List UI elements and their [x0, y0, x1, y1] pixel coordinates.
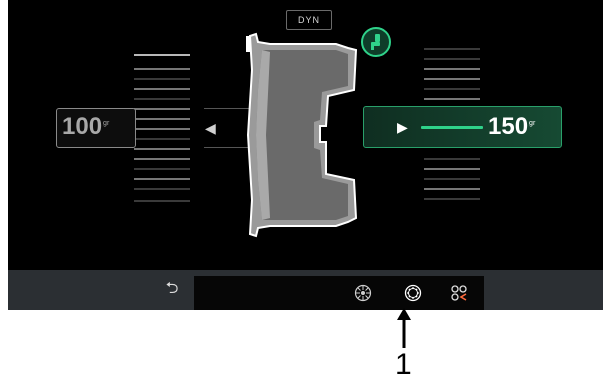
- wheel-balance-button[interactable]: [400, 280, 426, 306]
- scale-tick: [134, 188, 190, 190]
- right-value-unit: gr: [529, 120, 536, 127]
- right-direction-icon: ▶: [397, 119, 408, 135]
- wheel-balance-icon: [404, 284, 422, 302]
- wheel-settings-icon: [354, 284, 372, 302]
- scale-tick: [424, 168, 480, 170]
- scale-tick: [134, 88, 190, 90]
- left-weight-scale: [134, 48, 190, 208]
- scale-tick: [134, 128, 190, 130]
- right-plane-bar: [421, 126, 483, 129]
- callout-label: 1: [395, 348, 412, 381]
- scale-tick: [424, 48, 480, 50]
- right-plane-value: 150gr: [488, 113, 535, 141]
- left-plane-value: 100gr: [62, 113, 109, 141]
- toolbar-tab-group: [194, 276, 484, 310]
- mode-label: DYN: [297, 15, 320, 25]
- back-button[interactable]: ⮌: [158, 276, 186, 304]
- menu-grid-icon: [451, 285, 467, 301]
- callout-arrow: [397, 308, 411, 348]
- scale-tick: [134, 168, 190, 170]
- wheel-rim-icon: [246, 32, 358, 238]
- left-value-number: 100: [62, 113, 103, 140]
- scale-tick: [424, 198, 480, 200]
- left-value-unit: gr: [103, 120, 110, 127]
- left-direction-icon: ◀: [205, 120, 216, 136]
- scale-tick: [424, 158, 480, 160]
- scale-tick: [424, 98, 480, 100]
- scale-tick: [134, 178, 190, 180]
- menu-grid-button[interactable]: [446, 280, 472, 306]
- mode-badge[interactable]: DYN: [286, 10, 332, 30]
- scale-tick: [134, 78, 190, 80]
- balancer-screen: DYN 100gr ◀ ▶ 150gr ⮌: [8, 0, 603, 310]
- back-arrow-icon: ⮌: [165, 279, 179, 297]
- scale-tick: [134, 148, 190, 150]
- scale-tick: [134, 118, 190, 120]
- scale-tick: [134, 108, 190, 110]
- scale-tick: [134, 138, 190, 140]
- scale-tick: [134, 68, 190, 70]
- scale-tick: [134, 158, 190, 160]
- wheel-settings-button[interactable]: [350, 280, 376, 306]
- right-value-number: 150: [488, 113, 529, 140]
- scale-tick: [424, 188, 480, 190]
- scale-tick: [424, 78, 480, 80]
- scale-tick: [424, 88, 480, 90]
- operator-seated-icon: [361, 27, 391, 57]
- scale-tick: [424, 68, 480, 70]
- scale-tick: [134, 200, 190, 202]
- scale-tick: [424, 58, 480, 60]
- scale-tick: [134, 54, 190, 56]
- scale-tick: [424, 178, 480, 180]
- scale-tick: [134, 98, 190, 100]
